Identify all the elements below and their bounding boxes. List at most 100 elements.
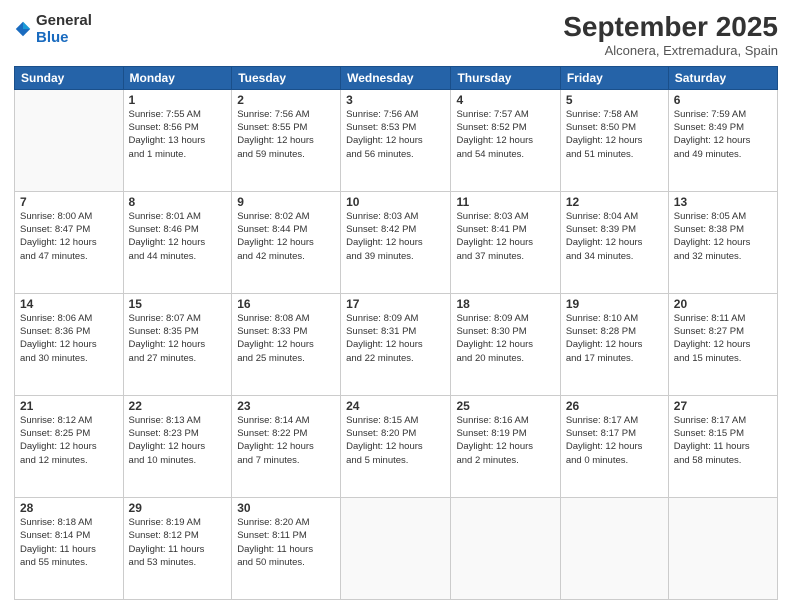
calendar-header: Sunday Monday Tuesday Wednesday Thursday… <box>15 66 778 89</box>
table-row: 28Sunrise: 8:18 AMSunset: 8:14 PMDayligh… <box>15 497 124 599</box>
table-row: 10Sunrise: 8:03 AMSunset: 8:42 PMDayligh… <box>341 191 451 293</box>
day-info: Sunrise: 8:14 AMSunset: 8:22 PMDaylight:… <box>237 414 335 467</box>
day-number: 27 <box>674 399 772 413</box>
day-number: 20 <box>674 297 772 311</box>
table-row: 4Sunrise: 7:57 AMSunset: 8:52 PMDaylight… <box>451 89 560 191</box>
day-number: 3 <box>346 93 445 107</box>
table-row: 13Sunrise: 8:05 AMSunset: 8:38 PMDayligh… <box>668 191 777 293</box>
table-row: 9Sunrise: 8:02 AMSunset: 8:44 PMDaylight… <box>232 191 341 293</box>
table-row: 26Sunrise: 8:17 AMSunset: 8:17 PMDayligh… <box>560 395 668 497</box>
day-info: Sunrise: 8:05 AMSunset: 8:38 PMDaylight:… <box>674 210 772 263</box>
table-row: 14Sunrise: 8:06 AMSunset: 8:36 PMDayligh… <box>15 293 124 395</box>
col-thursday: Thursday <box>451 66 560 89</box>
table-row: 3Sunrise: 7:56 AMSunset: 8:53 PMDaylight… <box>341 89 451 191</box>
logo: General Blue <box>14 12 92 46</box>
day-number: 12 <box>566 195 663 209</box>
table-row <box>668 497 777 599</box>
day-info: Sunrise: 8:20 AMSunset: 8:11 PMDaylight:… <box>237 516 335 569</box>
day-number: 26 <box>566 399 663 413</box>
title-block: September 2025 Alconera, Extremadura, Sp… <box>563 12 778 58</box>
table-row: 25Sunrise: 8:16 AMSunset: 8:19 PMDayligh… <box>451 395 560 497</box>
logo-blue: Blue <box>36 29 69 46</box>
table-row: 17Sunrise: 8:09 AMSunset: 8:31 PMDayligh… <box>341 293 451 395</box>
day-number: 23 <box>237 399 335 413</box>
day-number: 14 <box>20 297 118 311</box>
day-number: 29 <box>129 501 227 515</box>
day-info: Sunrise: 8:19 AMSunset: 8:12 PMDaylight:… <box>129 516 227 569</box>
day-info: Sunrise: 8:01 AMSunset: 8:46 PMDaylight:… <box>129 210 227 263</box>
day-info: Sunrise: 8:17 AMSunset: 8:17 PMDaylight:… <box>566 414 663 467</box>
calendar-body: 1Sunrise: 7:55 AMSunset: 8:56 PMDaylight… <box>15 89 778 599</box>
table-row <box>560 497 668 599</box>
day-info: Sunrise: 7:59 AMSunset: 8:49 PMDaylight:… <box>674 108 772 161</box>
table-row: 5Sunrise: 7:58 AMSunset: 8:50 PMDaylight… <box>560 89 668 191</box>
day-info: Sunrise: 8:15 AMSunset: 8:20 PMDaylight:… <box>346 414 445 467</box>
day-info: Sunrise: 7:57 AMSunset: 8:52 PMDaylight:… <box>456 108 554 161</box>
day-info: Sunrise: 8:02 AMSunset: 8:44 PMDaylight:… <box>237 210 335 263</box>
day-info: Sunrise: 8:04 AMSunset: 8:39 PMDaylight:… <box>566 210 663 263</box>
day-info: Sunrise: 8:07 AMSunset: 8:35 PMDaylight:… <box>129 312 227 365</box>
location-subtitle: Alconera, Extremadura, Spain <box>563 43 778 58</box>
table-row: 12Sunrise: 8:04 AMSunset: 8:39 PMDayligh… <box>560 191 668 293</box>
day-info: Sunrise: 8:09 AMSunset: 8:30 PMDaylight:… <box>456 312 554 365</box>
day-number: 25 <box>456 399 554 413</box>
day-info: Sunrise: 8:18 AMSunset: 8:14 PMDaylight:… <box>20 516 118 569</box>
day-number: 9 <box>237 195 335 209</box>
day-number: 28 <box>20 501 118 515</box>
logo-text: General Blue <box>36 12 92 46</box>
day-info: Sunrise: 8:12 AMSunset: 8:25 PMDaylight:… <box>20 414 118 467</box>
day-number: 30 <box>237 501 335 515</box>
day-info: Sunrise: 8:00 AMSunset: 8:47 PMDaylight:… <box>20 210 118 263</box>
table-row: 18Sunrise: 8:09 AMSunset: 8:30 PMDayligh… <box>451 293 560 395</box>
day-number: 1 <box>129 93 227 107</box>
table-row <box>341 497 451 599</box>
table-row: 21Sunrise: 8:12 AMSunset: 8:25 PMDayligh… <box>15 395 124 497</box>
table-row: 20Sunrise: 8:11 AMSunset: 8:27 PMDayligh… <box>668 293 777 395</box>
day-number: 4 <box>456 93 554 107</box>
logo-general: General <box>36 12 92 29</box>
day-number: 17 <box>346 297 445 311</box>
day-number: 22 <box>129 399 227 413</box>
col-sunday: Sunday <box>15 66 124 89</box>
day-number: 10 <box>346 195 445 209</box>
day-info: Sunrise: 8:17 AMSunset: 8:15 PMDaylight:… <box>674 414 772 467</box>
day-info: Sunrise: 8:03 AMSunset: 8:41 PMDaylight:… <box>456 210 554 263</box>
day-info: Sunrise: 7:58 AMSunset: 8:50 PMDaylight:… <box>566 108 663 161</box>
day-number: 8 <box>129 195 227 209</box>
table-row: 24Sunrise: 8:15 AMSunset: 8:20 PMDayligh… <box>341 395 451 497</box>
day-info: Sunrise: 8:06 AMSunset: 8:36 PMDaylight:… <box>20 312 118 365</box>
day-info: Sunrise: 8:11 AMSunset: 8:27 PMDaylight:… <box>674 312 772 365</box>
col-wednesday: Wednesday <box>341 66 451 89</box>
day-info: Sunrise: 7:56 AMSunset: 8:53 PMDaylight:… <box>346 108 445 161</box>
day-number: 11 <box>456 195 554 209</box>
table-row: 1Sunrise: 7:55 AMSunset: 8:56 PMDaylight… <box>123 89 232 191</box>
day-number: 13 <box>674 195 772 209</box>
table-row: 6Sunrise: 7:59 AMSunset: 8:49 PMDaylight… <box>668 89 777 191</box>
table-row: 2Sunrise: 7:56 AMSunset: 8:55 PMDaylight… <box>232 89 341 191</box>
day-info: Sunrise: 7:55 AMSunset: 8:56 PMDaylight:… <box>129 108 227 161</box>
day-number: 7 <box>20 195 118 209</box>
day-info: Sunrise: 8:10 AMSunset: 8:28 PMDaylight:… <box>566 312 663 365</box>
logo-icon <box>14 20 32 38</box>
day-info: Sunrise: 8:09 AMSunset: 8:31 PMDaylight:… <box>346 312 445 365</box>
day-number: 19 <box>566 297 663 311</box>
month-title: September 2025 <box>563 12 778 43</box>
header-row: Sunday Monday Tuesday Wednesday Thursday… <box>15 66 778 89</box>
page: General Blue September 2025 Alconera, Ex… <box>0 0 792 612</box>
day-number: 5 <box>566 93 663 107</box>
table-row: 29Sunrise: 8:19 AMSunset: 8:12 PMDayligh… <box>123 497 232 599</box>
day-number: 16 <box>237 297 335 311</box>
table-row: 15Sunrise: 8:07 AMSunset: 8:35 PMDayligh… <box>123 293 232 395</box>
day-number: 21 <box>20 399 118 413</box>
table-row: 22Sunrise: 8:13 AMSunset: 8:23 PMDayligh… <box>123 395 232 497</box>
day-info: Sunrise: 8:16 AMSunset: 8:19 PMDaylight:… <box>456 414 554 467</box>
day-number: 15 <box>129 297 227 311</box>
table-row: 11Sunrise: 8:03 AMSunset: 8:41 PMDayligh… <box>451 191 560 293</box>
day-number: 18 <box>456 297 554 311</box>
header: General Blue September 2025 Alconera, Ex… <box>14 12 778 58</box>
table-row: 30Sunrise: 8:20 AMSunset: 8:11 PMDayligh… <box>232 497 341 599</box>
day-number: 2 <box>237 93 335 107</box>
table-row: 8Sunrise: 8:01 AMSunset: 8:46 PMDaylight… <box>123 191 232 293</box>
day-info: Sunrise: 8:08 AMSunset: 8:33 PMDaylight:… <box>237 312 335 365</box>
table-row <box>15 89 124 191</box>
